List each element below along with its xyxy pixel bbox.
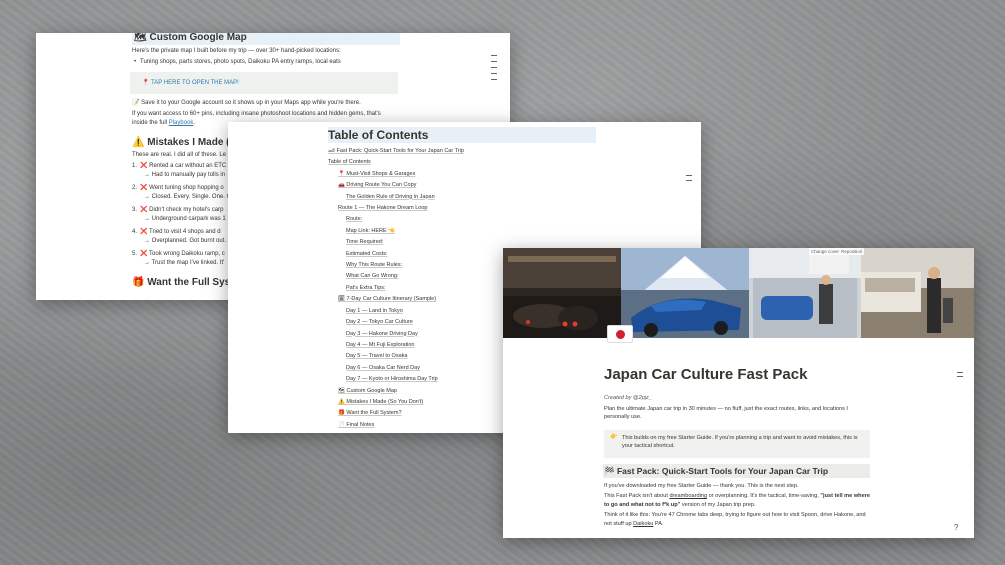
- paragraph-2: This Fast Pack isn't about dreamboarding…: [604, 493, 870, 508]
- toc-item[interactable]: 📍 Must-Visit Shops & Garages: [328, 169, 701, 180]
- open-map-callout[interactable]: 📍 TAP HERE TO OPEN THE MAP!: [130, 72, 398, 94]
- cross-icon: ❌: [140, 163, 148, 169]
- outline-dash: [686, 180, 692, 181]
- fast-pack-heading: 🏁 Fast Pack: Quick-Start Tools for Your …: [603, 463, 870, 478]
- created-by: Created by @2pjz_: [604, 395, 652, 401]
- outline-dash: [686, 175, 692, 176]
- toc-item[interactable]: Route 1 — The Hakone Dream Loop: [328, 203, 701, 214]
- cover-photo-fuji-gtr: [621, 248, 749, 338]
- custom-google-map-heading: 🗺 Custom Google Map: [132, 33, 400, 45]
- save-map-text: 📝 Save it to your Google account so it s…: [132, 100, 361, 106]
- page-body: Created by @2pjz_ Plan the ultimate Japa…: [603, 394, 870, 530]
- paragraph-3: Think of it like this: You're 47 Chrome …: [604, 512, 866, 527]
- help-button[interactable]: ?: [954, 523, 958, 532]
- open-map-link[interactable]: TAP HERE TO OPEN THE MAP!: [151, 80, 239, 86]
- outline-dash: [491, 79, 497, 80]
- pin-icon: 📍: [142, 80, 150, 86]
- map-intro-text: Here's the private map I built before my…: [132, 48, 341, 54]
- gift-icon: 🎁: [132, 277, 145, 288]
- cross-icon: ❌: [140, 229, 148, 235]
- outline-dash: [491, 73, 497, 74]
- access-text: If you want access to 60+ pins, includin…: [132, 111, 381, 117]
- checkered-flag-icon: 🏁: [604, 465, 615, 476]
- toc-item[interactable]: Table of Contents: [328, 157, 701, 168]
- japan-flag-icon[interactable]: [607, 325, 633, 343]
- warning-icon: ⚠️: [132, 137, 145, 148]
- pointing-hand-icon: 👉: [610, 433, 618, 440]
- outline-dash: [957, 372, 963, 373]
- cross-icon: ❌: [140, 185, 148, 191]
- toc-item[interactable]: Map Link: HERE 👈: [328, 226, 701, 237]
- page-subtitle: Plan the ultimate Japan car trip in 30 m…: [604, 405, 848, 421]
- toc-item[interactable]: 🚗 Driving Route You Can Copy: [328, 180, 701, 191]
- playbook-link[interactable]: Playbook: [169, 120, 194, 126]
- toc-title: Table of Contents: [328, 127, 596, 143]
- starter-guide-callout: 👉 This builds on my free Starter Guide. …: [604, 429, 870, 458]
- page-title[interactable]: Japan Car Culture Fast Pack: [604, 366, 807, 383]
- cover-photo-station: [861, 248, 974, 338]
- flag-sun: [616, 330, 625, 339]
- outline-dash: [491, 67, 497, 68]
- toc-item[interactable]: Time Required:: [328, 237, 701, 248]
- outline-dash: [957, 376, 963, 377]
- notion-page-fast-pack: Change cover Reposition Japan Car Cultur…: [503, 248, 974, 538]
- cross-icon: ❌: [140, 251, 148, 257]
- map-bullet: Tuning shops, parts stores, photo spots,…: [132, 58, 510, 67]
- toc-item[interactable]: Route:: [328, 214, 701, 225]
- reposition-button[interactable]: Reposition: [839, 248, 865, 255]
- outline-dash: [491, 55, 497, 56]
- map-icon: 🗺: [134, 33, 147, 43]
- change-cover-button[interactable]: Change cover: [809, 248, 842, 255]
- cover-photo-night-street: [503, 248, 621, 338]
- cover-photo-garage: [749, 248, 861, 338]
- paragraph-1: If you've downloaded my free Starter Gui…: [604, 482, 799, 489]
- outline-dash: [491, 61, 497, 62]
- memo-icon: 📝: [132, 100, 140, 106]
- cross-icon: ❌: [140, 207, 148, 213]
- cover-image[interactable]: Change cover Reposition: [503, 248, 974, 338]
- toc-item[interactable]: The Golden Rule of Driving in Japan: [328, 192, 701, 203]
- toc-item[interactable]: 🏎 Fast Pack: Quick-Start Tools for Your …: [328, 146, 701, 157]
